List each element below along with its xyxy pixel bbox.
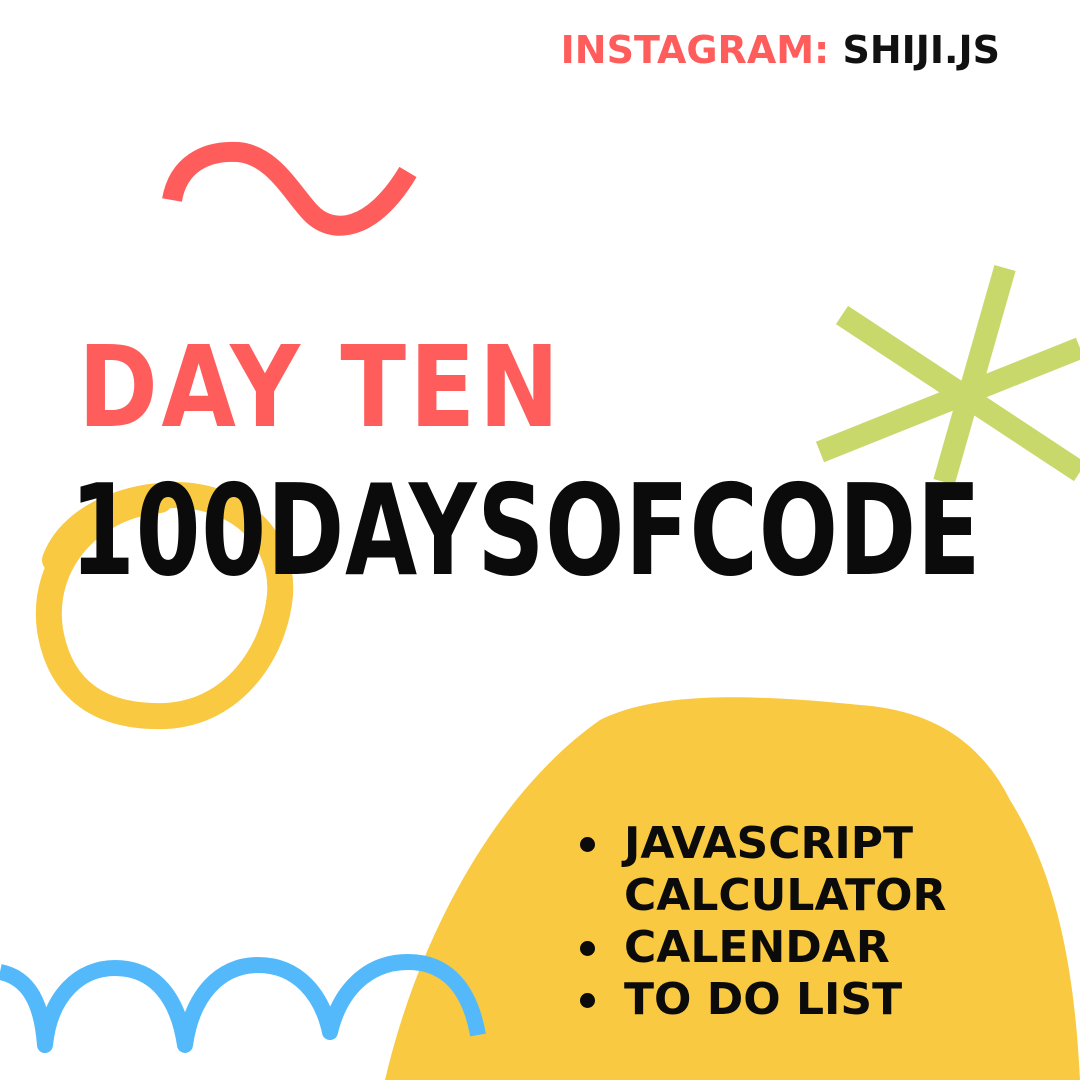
topic-text: CALENDAR	[624, 922, 890, 973]
list-item: CALENDAR	[578, 922, 946, 974]
list-item: TO DO LIST	[578, 974, 946, 1026]
hashtag-title: 100DAYSOFCODE	[70, 457, 982, 604]
list-item: JAVASCRIPT CALCULATOR	[578, 818, 946, 922]
bullet-icon	[580, 993, 595, 1008]
topic-text: TO DO LIST	[624, 974, 903, 1025]
bullet-icon	[580, 941, 595, 956]
bullet-icon	[580, 837, 595, 852]
instagram-credit: INSTAGRAM: SHIJI.JS	[561, 28, 1000, 72]
topic-text: JAVASCRIPT CALCULATOR	[624, 818, 946, 922]
lime-asterisk-shape	[815, 264, 1080, 486]
topics-list: JAVASCRIPT CALCULATOR CALENDAR TO DO LIS…	[578, 818, 946, 1026]
topic-line: CALCULATOR	[624, 870, 947, 921]
instagram-handle: SHIJI.JS	[842, 28, 1000, 72]
day-title: DAY TEN	[78, 323, 563, 453]
coral-squiggle-shape	[162, 141, 417, 236]
topic-line: JAVASCRIPT	[624, 818, 914, 869]
instagram-label: INSTAGRAM:	[560, 28, 830, 72]
